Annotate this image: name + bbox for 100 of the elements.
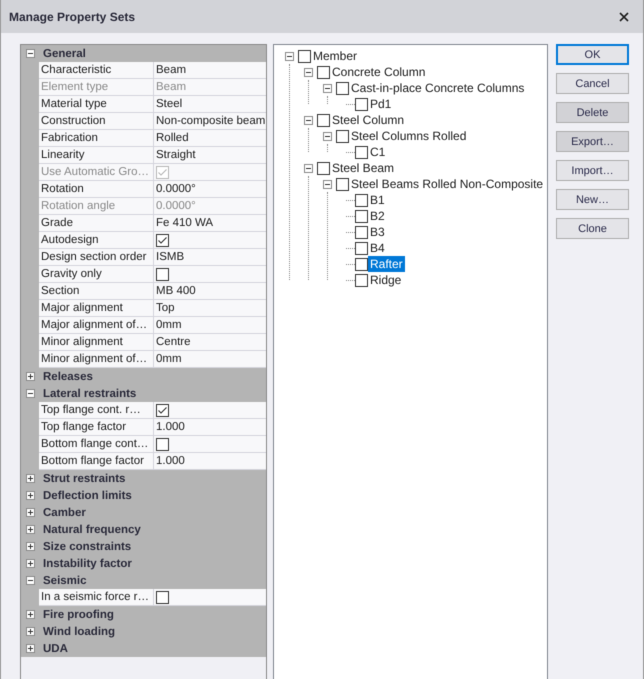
property-value[interactable]: Rolled [154,130,266,147]
property-name: Gravity only [39,266,154,283]
checkbox[interactable] [156,234,169,246]
property-value[interactable]: 1.000 [154,419,266,436]
tree-item[interactable]: B1 [368,192,387,208]
checkbox[interactable] [355,258,368,270]
close-icon[interactable] [619,12,629,22]
expand-icon[interactable] [26,542,34,551]
tree-item[interactable]: Steel Column [330,112,406,128]
property-value[interactable]: MB 400 [154,283,266,300]
tree-item[interactable]: B4 [368,240,387,256]
tree-item[interactable]: Steel Columns Rolled [349,128,468,144]
collapse-icon[interactable] [323,132,332,140]
tree-item[interactable]: Concrete Column [330,64,428,80]
tree-item[interactable]: Steel Beam [330,160,396,176]
property-name: In a seismic force r… [39,589,154,606]
collapse-icon[interactable] [304,116,313,124]
tree-item[interactable]: Cast-in-place Concrete Columns [349,80,526,96]
collapse-icon[interactable] [323,180,332,188]
property-value[interactable]: Top [154,300,266,317]
tree-item[interactable]: Steel Beams Rolled Non-Composite [349,176,546,192]
expand-icon[interactable] [26,491,34,500]
checkbox[interactable] [317,114,330,126]
collapse-icon[interactable] [285,52,294,60]
checkbox[interactable] [355,146,368,158]
checkbox[interactable] [355,274,368,286]
tree-item[interactable]: Pd1 [368,96,394,112]
group-label[interactable]: Strut restraints [39,472,126,484]
group-label[interactable]: UDA [39,642,68,654]
collapse-icon[interactable] [26,49,34,58]
group-label[interactable]: Instability factor [39,558,132,570]
checkbox[interactable] [156,590,169,604]
checkbox[interactable] [336,130,349,142]
collapse-icon[interactable] [304,164,313,172]
checkbox[interactable] [298,50,311,62]
dialog-button[interactable]: Clone [556,218,629,239]
property-name: Rotation [39,181,154,198]
group-label[interactable]: Seismic [39,574,86,586]
property-value[interactable]: Beam [154,62,266,79]
checkbox[interactable] [317,162,330,174]
checkbox[interactable] [355,98,368,110]
expand-icon[interactable] [26,474,34,483]
checkbox[interactable] [336,178,349,190]
property-value[interactable]: Non-composite beam [154,113,266,130]
tree-item[interactable]: B3 [368,224,387,240]
property-value[interactable]: 0mm [154,351,266,368]
property-value[interactable]: Centre [154,334,266,351]
checkbox[interactable] [156,404,169,416]
checkbox[interactable] [355,242,368,254]
collapse-icon[interactable] [26,576,34,585]
group-label[interactable]: Natural frequency [39,524,141,536]
group-label[interactable]: Size constraints [39,540,132,552]
property-name: Bottom flange cont… [39,436,154,453]
group-label[interactable]: Camber [39,506,86,518]
property-value[interactable]: 0.0000° [154,181,266,198]
expand-icon[interactable] [26,508,34,517]
dialog-button[interactable]: Cancel [556,73,629,94]
property-value[interactable]: Steel [154,96,266,113]
property-name: Construction [39,113,154,130]
group-label[interactable]: Wind loading [39,626,116,638]
collapse-icon[interactable] [323,84,332,92]
property-name: Major alignment [39,300,154,317]
property-value[interactable]: ISMB [154,249,266,266]
property-name: Material type [39,96,154,113]
expand-icon[interactable] [26,644,34,653]
property-name: Element type [39,79,154,96]
property-value[interactable]: 0mm [154,317,266,334]
expand-icon[interactable] [26,610,34,619]
property-name: Use Automatic Gro… [39,164,154,181]
property-value[interactable]: Fe 410 WA [154,215,266,232]
expand-icon[interactable] [26,559,34,568]
group-label[interactable]: General [39,48,86,60]
group-label[interactable]: Deflection limits [39,490,132,502]
group-label[interactable]: Lateral restraints [39,388,136,400]
checkbox[interactable] [355,210,368,222]
tree-item[interactable]: Ridge [368,272,404,288]
group-label[interactable]: Fire proofing [39,608,114,620]
dialog-button[interactable]: New… [556,189,629,210]
property-name: Design section order [39,249,154,266]
property-value[interactable]: Straight [154,147,266,164]
expand-icon[interactable] [26,372,34,381]
tree-item[interactable]: Rafter [368,256,405,272]
expand-icon[interactable] [26,525,34,534]
dialog-button[interactable]: OK [556,44,629,65]
checkbox[interactable] [336,82,349,94]
checkbox[interactable] [317,66,330,78]
tree-item[interactable]: C1 [368,144,388,160]
checkbox[interactable] [355,226,368,238]
checkbox[interactable] [156,438,169,450]
collapse-icon[interactable] [304,68,313,76]
checkbox[interactable] [355,194,368,206]
property-name: Linearity [39,147,154,164]
property-value[interactable]: 1.000 [154,453,266,470]
checkbox[interactable] [156,268,169,280]
dialog-button[interactable]: Import… [556,160,629,181]
expand-icon[interactable] [26,627,34,636]
tree-item[interactable]: B2 [368,208,387,224]
tree-item[interactable]: Member [311,48,360,64]
collapse-icon[interactable] [26,389,34,398]
group-label[interactable]: Releases [39,370,93,382]
